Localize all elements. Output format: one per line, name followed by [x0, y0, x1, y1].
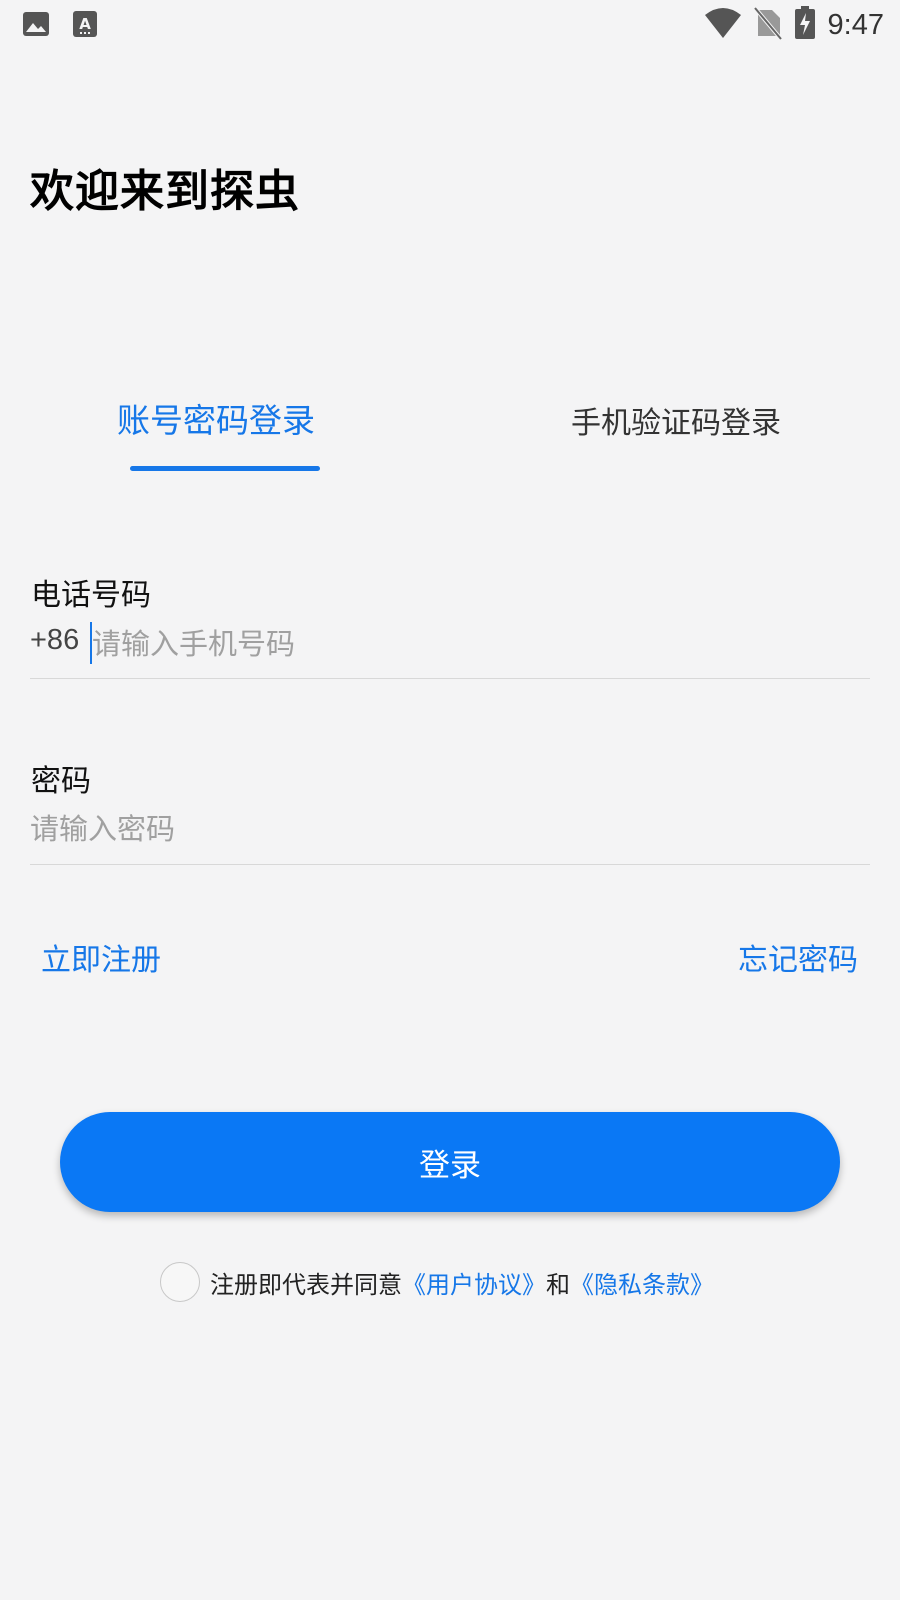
battery-charging-icon	[794, 6, 816, 44]
login-screen: A 9:47 欢迎来到探虫 账号密码登录 手机验证码登录 电话号码 +86 请输…	[0, 0, 900, 1600]
phone-label: 电话号码	[31, 578, 151, 613]
clock: 9:47	[827, 8, 884, 41]
tab-sms-login[interactable]: 手机验证码登录	[571, 398, 781, 442]
status-bar: A 9:47	[0, 0, 900, 50]
tab-password-login[interactable]: 账号密码登录	[117, 394, 315, 442]
agreement-checkbox[interactable]	[160, 1262, 200, 1302]
forgot-password-link[interactable]: 忘记密码	[738, 935, 858, 979]
agreement-text: 注册即代表并同意	[210, 1270, 402, 1299]
register-link[interactable]: 立即注册	[41, 935, 161, 979]
active-tab-indicator	[130, 466, 320, 471]
phone-underline	[30, 678, 870, 679]
phone-input[interactable]	[92, 620, 852, 668]
svg-text:A: A	[79, 15, 91, 33]
no-sim-icon	[753, 6, 783, 44]
agreement-and-text: 和	[546, 1270, 570, 1299]
password-underline	[30, 864, 870, 865]
agreement-row: 注册即代表并同意 《用户协议》 和 《隐私条款》	[160, 1262, 714, 1302]
image-icon	[22, 10, 50, 42]
password-label: 密码	[31, 764, 91, 799]
wifi-icon	[704, 7, 742, 43]
privacy-policy-link[interactable]: 《隐私条款》	[570, 1265, 714, 1300]
country-code-prefix: +86	[30, 624, 80, 656]
page-title: 欢迎来到探虫	[30, 166, 300, 217]
login-button[interactable]: 登录	[60, 1112, 840, 1212]
user-agreement-link[interactable]: 《用户协议》	[402, 1265, 546, 1300]
text-a-icon: A	[72, 10, 98, 42]
password-input[interactable]	[30, 805, 852, 853]
